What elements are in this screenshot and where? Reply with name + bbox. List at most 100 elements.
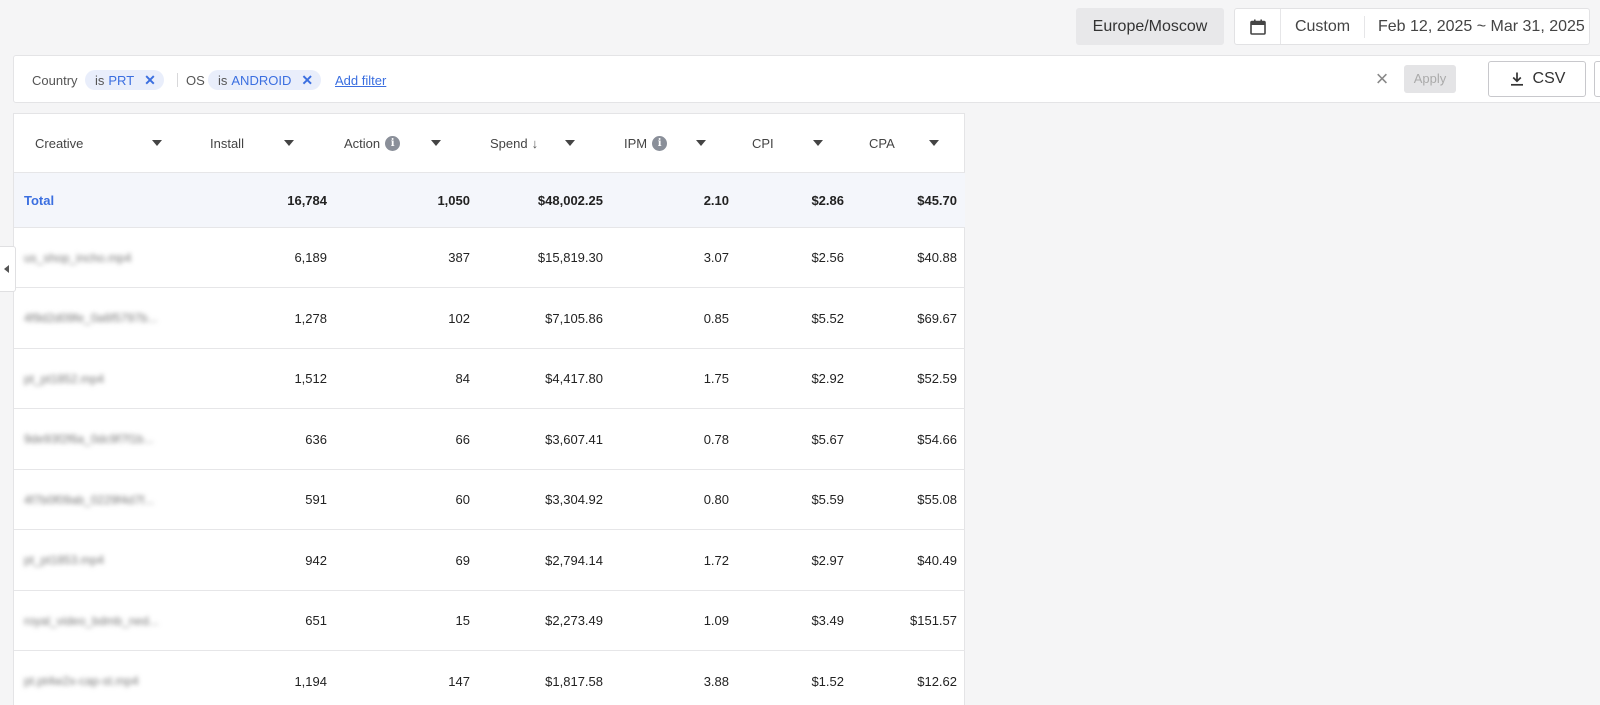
cell-cpi: $1.52: [811, 673, 844, 689]
info-icon[interactable]: i: [652, 136, 668, 151]
total-cpa: $45.70: [917, 192, 957, 208]
total-label: Total: [24, 192, 55, 208]
cell-action: 147: [448, 673, 470, 689]
table-row[interactable]: pt.pt4w2x-cap-st.mp4 1,194 147 $1,817.58 3.8…: [14, 652, 965, 705]
date-range-picker[interactable]: Custom Feb 12, 2025 ~ Mar 31, 2025: [1234, 8, 1590, 45]
csv-label: CSV: [1532, 70, 1566, 87]
cell-action: 387: [448, 250, 470, 265]
caret-down-icon[interactable]: [152, 140, 162, 146]
creative-name[interactable]: 4f9d2d09fe_0a6f5797b...: [24, 311, 157, 325]
table-row[interactable]: royal_video_bdmb_ned... 651 15 $2,273.49 1.0…: [14, 591, 965, 651]
creative-name[interactable]: pt.pt4w2x-cap-st.mp4: [24, 674, 139, 688]
col-cpa[interactable]: CPA: [869, 114, 895, 173]
range-mode[interactable]: Custom: [1281, 15, 1365, 38]
caret-down-icon[interactable]: [565, 140, 575, 146]
cell-ipm: 1.09: [703, 613, 729, 628]
col-spend[interactable]: Spend ↓: [490, 114, 538, 173]
total-action: 1,050: [437, 192, 470, 208]
creative-table: Creative Install Action i Spend ↓ IPM i CPI…: [13, 113, 965, 705]
cell-install: 942: [305, 552, 327, 568]
cell-cpa: $40.49: [917, 552, 957, 568]
cell-action: 84: [455, 371, 470, 386]
cell-action: 69: [455, 552, 470, 568]
filter-chip-country[interactable]: is PRT ✕: [85, 70, 164, 90]
col-install[interactable]: Install: [210, 114, 244, 173]
cell-cpa: $52.59: [917, 371, 957, 386]
col-label: Creative: [35, 136, 84, 151]
filter-bar: Country is PRT ✕ OS is ANDROID ✕ Add fil…: [13, 55, 1600, 103]
table-row[interactable]: 9de93f2f6a_0dc9f7f1b... 636 66 $3,607.41 0.7…: [14, 410, 965, 470]
filter-op: is: [218, 72, 228, 88]
cell-ipm: 3.88: [703, 673, 729, 689]
col-ipm[interactable]: IPM i: [624, 114, 668, 173]
creative-name[interactable]: 4f7b0f09ab_0229f4d7f...: [24, 493, 154, 507]
cell-install: 1,278: [294, 310, 327, 326]
total-row: Total 16,784 1,050 $48,002.25 2.10 $2.86…: [14, 173, 965, 228]
table-row[interactable]: 4f7b0f09ab_0229f4d7f... 591 60 $3,304.92 0.8…: [14, 470, 965, 530]
col-label: Install: [210, 136, 244, 151]
col-cpi[interactable]: CPI: [752, 114, 774, 173]
table-row[interactable]: pt_pt1853.mp4 942 69 $2,794.14 1.72 $2.97 $40.…: [14, 531, 965, 591]
remove-filter-icon[interactable]: ✕: [301, 72, 313, 89]
cell-install: 6,189: [294, 250, 327, 265]
caret-down-icon[interactable]: [813, 140, 823, 146]
total-ipm: 2.10: [703, 192, 729, 208]
filter-chip-os[interactable]: is ANDROID ✕: [208, 70, 322, 90]
table-row[interactable]: us_shop_incho.mp4 6,189 387 $15,819.30 3.07 $…: [14, 228, 965, 288]
cell-cpi: $5.59: [811, 492, 844, 507]
col-action[interactable]: Action i: [344, 114, 401, 173]
col-label: CPA: [869, 136, 895, 151]
cell-spend: $3,304.92: [545, 492, 603, 507]
cell-action: 102: [448, 310, 470, 326]
col-creative[interactable]: Creative: [35, 114, 83, 173]
cell-action: 15: [455, 613, 470, 628]
caret-down-icon[interactable]: [929, 140, 939, 146]
add-filter-link[interactable]: Add filter: [335, 73, 386, 88]
calendar-icon[interactable]: [1235, 9, 1281, 44]
cell-spend: $4,417.80: [545, 371, 603, 386]
filter-value: PRT: [108, 72, 135, 88]
cell-spend: $1,817.58: [545, 673, 603, 689]
col-label: Action: [344, 136, 381, 151]
sort-desc-icon[interactable]: ↓: [532, 136, 539, 151]
creative-name[interactable]: pt_pt1853.mp4: [24, 553, 104, 567]
caret-down-icon[interactable]: [284, 140, 294, 146]
creative-name[interactable]: pt_pt1852.mp4: [24, 372, 104, 386]
total-cpi: $2.86: [811, 192, 844, 208]
remove-filter-icon[interactable]: ✕: [144, 72, 156, 89]
collapse-sidebar-button[interactable]: [0, 246, 16, 292]
more-button[interactable]: [1594, 61, 1600, 97]
cell-ipm: 0.85: [703, 310, 729, 326]
cell-cpi: $2.92: [811, 371, 844, 386]
info-icon[interactable]: i: [385, 136, 401, 151]
cell-install: 1,512: [294, 371, 327, 386]
creative-name[interactable]: royal_video_bdmb_ned...: [24, 614, 159, 628]
cell-cpi: $5.67: [811, 431, 844, 447]
caret-down-icon[interactable]: [431, 140, 441, 146]
filter-label-country: Country: [32, 72, 78, 88]
clear-filters-icon[interactable]: ×: [1371, 68, 1393, 90]
cell-ipm: 1.72: [703, 552, 729, 568]
cell-cpa: $54.66: [917, 431, 957, 447]
table-row[interactable]: pt_pt1852.mp4 1,512 84 $4,417.80 1.75 $2.92 $5…: [14, 349, 965, 409]
creative-name[interactable]: 9de93f2f6a_0dc9f7f1b...: [24, 432, 153, 446]
date-range-text[interactable]: Feb 12, 2025 ~ Mar 31, 2025: [1365, 18, 1585, 36]
cell-cpi: $2.56: [811, 250, 844, 265]
download-icon: [1510, 72, 1523, 86]
csv-export-button[interactable]: CSV: [1488, 61, 1586, 97]
cell-cpa: $40.88: [917, 250, 957, 265]
chevron-left-icon: [4, 265, 9, 273]
creative-name[interactable]: us_shop_incho.mp4: [24, 251, 131, 265]
cell-cpa: $69.67: [917, 310, 957, 326]
table-row[interactable]: 4f9d2d09fe_0a6f5797b... 1,278 102 $7,105.86…: [14, 289, 965, 349]
cell-cpi: $2.97: [811, 552, 844, 568]
apply-button[interactable]: Apply: [1404, 65, 1456, 93]
cell-cpa: $151.57: [910, 613, 957, 628]
cell-install: 651: [305, 613, 327, 628]
table-header: Creative Install Action i Spend ↓ IPM i CPI…: [14, 114, 965, 173]
caret-down-icon[interactable]: [696, 140, 706, 146]
timezone-selector[interactable]: Europe/Moscow: [1076, 8, 1224, 45]
filter-label-os: OS: [186, 72, 205, 88]
cell-ipm: 0.80: [703, 492, 729, 507]
col-label: IPM: [624, 136, 648, 151]
